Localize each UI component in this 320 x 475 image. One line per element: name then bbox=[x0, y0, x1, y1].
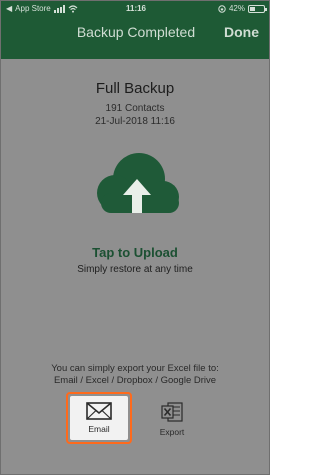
export-info: You can simply export your Excel file to… bbox=[1, 363, 269, 387]
tap-to-upload-label[interactable]: Tap to Upload bbox=[1, 245, 269, 260]
battery-fill bbox=[250, 6, 256, 11]
restore-subtitle: Simply restore at any time bbox=[77, 264, 193, 275]
backup-completed-screen: ◀ App Store 11:16 42% Backup Completed D… bbox=[0, 0, 270, 475]
upload-button[interactable] bbox=[91, 149, 183, 229]
email-button-label: Email bbox=[88, 424, 110, 434]
battery-icon bbox=[248, 4, 267, 13]
status-right: 42% bbox=[218, 4, 267, 13]
lock-rotation-icon bbox=[218, 4, 226, 13]
backup-title: Full Backup bbox=[95, 80, 175, 97]
export-info-line2: Email / Excel / Dropbox / Google Drive bbox=[53, 375, 217, 386]
status-bar: ◀ App Store 11:16 42% bbox=[1, 1, 269, 19]
battery-percent: 42% bbox=[228, 4, 245, 13]
contacts-count: 191 Contacts bbox=[105, 103, 165, 114]
backup-date: 21-Jul-2018 11:16 bbox=[95, 116, 175, 127]
backup-summary: Full Backup 191 Contacts 21-Jul-2018 11:… bbox=[1, 80, 269, 128]
excel-icon bbox=[161, 402, 183, 422]
export-info-line1: You can simply export your Excel file to… bbox=[51, 363, 219, 374]
done-button[interactable]: Done bbox=[224, 24, 259, 40]
export-button[interactable]: Export bbox=[144, 395, 200, 443]
cloud-upload-icon[interactable] bbox=[91, 149, 183, 229]
envelope-icon bbox=[86, 402, 112, 420]
header: ◀ App Store 11:16 42% Backup Completed D… bbox=[1, 1, 269, 59]
email-button[interactable]: Email bbox=[66, 392, 132, 444]
export-button-label: Export bbox=[159, 427, 185, 437]
